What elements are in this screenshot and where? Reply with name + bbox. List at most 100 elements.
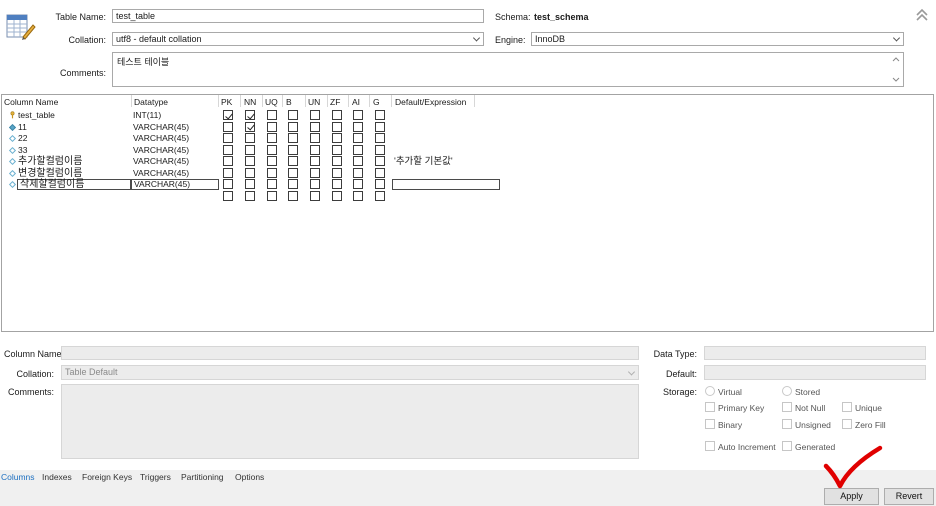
collapse-chevron-icon[interactable] bbox=[914, 8, 930, 22]
g-checkbox[interactable] bbox=[375, 110, 385, 120]
stored-radio[interactable] bbox=[782, 386, 792, 396]
nn-checkbox[interactable] bbox=[245, 167, 255, 178]
g-checkbox[interactable] bbox=[375, 133, 385, 143]
ai-checkbox[interactable] bbox=[353, 144, 363, 155]
scroll-up-icon[interactable] bbox=[892, 56, 900, 62]
generated-checkbox[interactable] bbox=[782, 441, 792, 451]
zf-checkbox[interactable] bbox=[332, 144, 342, 155]
un-checkbox[interactable] bbox=[310, 121, 320, 132]
g-checkbox[interactable] bbox=[375, 121, 385, 132]
nn-checkbox[interactable] bbox=[245, 156, 255, 166]
zf-checkbox[interactable] bbox=[332, 167, 342, 178]
un-checkbox[interactable] bbox=[310, 156, 320, 166]
b-checkbox[interactable] bbox=[288, 190, 298, 201]
pk-checkbox[interactable] bbox=[223, 156, 233, 166]
detail-collation-select[interactable]: Table Default bbox=[61, 365, 639, 380]
header-column-name[interactable]: Column Name bbox=[4, 97, 58, 107]
zf-checkbox[interactable] bbox=[332, 179, 342, 189]
ai-checkbox[interactable] bbox=[353, 190, 363, 201]
zf-checkbox[interactable] bbox=[332, 110, 342, 120]
g-checkbox[interactable] bbox=[375, 144, 385, 155]
table-row[interactable]: 22 VARCHAR(45) bbox=[2, 133, 933, 145]
pk-checkbox[interactable] bbox=[223, 110, 233, 120]
zf-checkbox[interactable] bbox=[332, 156, 342, 166]
unsigned-checkbox[interactable] bbox=[782, 419, 792, 429]
column-name-input[interactable] bbox=[61, 346, 639, 360]
primary-key-checkbox[interactable] bbox=[705, 402, 715, 412]
uq-checkbox[interactable] bbox=[267, 190, 277, 201]
default-expression-input[interactable] bbox=[392, 179, 500, 190]
b-checkbox[interactable] bbox=[288, 110, 298, 120]
column-name-cell[interactable]: 11 bbox=[18, 122, 27, 133]
ai-checkbox[interactable] bbox=[353, 179, 363, 189]
header-nn[interactable]: NN bbox=[244, 97, 256, 107]
column-name-cell[interactable]: 변경할컬럼이름 bbox=[18, 168, 82, 179]
nn-checkbox[interactable] bbox=[245, 133, 255, 143]
g-checkbox[interactable] bbox=[375, 156, 385, 166]
datatype-cell[interactable]: VARCHAR(45) bbox=[133, 122, 189, 133]
uq-checkbox[interactable] bbox=[267, 179, 277, 189]
pk-checkbox[interactable] bbox=[223, 190, 233, 201]
ai-checkbox[interactable] bbox=[353, 121, 363, 132]
nn-checkbox[interactable] bbox=[245, 144, 255, 155]
nn-checkbox[interactable] bbox=[245, 190, 255, 201]
g-checkbox[interactable] bbox=[375, 179, 385, 189]
table-row[interactable]: 11 VARCHAR(45) bbox=[2, 121, 933, 134]
uq-checkbox[interactable] bbox=[267, 121, 277, 132]
column-name-cell[interactable]: test_table bbox=[18, 110, 55, 121]
g-checkbox[interactable] bbox=[375, 190, 385, 201]
zero-fill-checkbox[interactable] bbox=[842, 419, 852, 429]
header-un[interactable]: UN bbox=[308, 97, 320, 107]
ai-checkbox[interactable] bbox=[353, 167, 363, 178]
table-name-input[interactable]: test_table bbox=[112, 9, 484, 23]
data-type-input[interactable] bbox=[704, 346, 926, 360]
un-checkbox[interactable] bbox=[310, 167, 320, 178]
virtual-radio[interactable] bbox=[705, 386, 715, 396]
table-row[interactable]: 변경할컬럼이름 VARCHAR(45) bbox=[2, 167, 933, 180]
default-input[interactable] bbox=[704, 365, 926, 380]
column-name-cell[interactable]: 추가할컬럼이름 bbox=[18, 156, 82, 167]
header-datatype[interactable]: Datatype bbox=[134, 97, 168, 107]
nn-checkbox[interactable] bbox=[245, 179, 255, 189]
pk-checkbox[interactable] bbox=[223, 167, 233, 178]
header-pk[interactable]: PK bbox=[221, 97, 232, 107]
column-name-cell[interactable]: 삭제할컬럼이름 bbox=[17, 179, 131, 190]
header-uq[interactable]: UQ bbox=[265, 97, 278, 107]
table-row[interactable]: 33 VARCHAR(45) bbox=[2, 144, 933, 157]
collation-select[interactable]: utf8 - default collation bbox=[112, 32, 484, 46]
tab-options[interactable]: Options bbox=[235, 472, 264, 482]
datatype-cell[interactable]: VARCHAR(45) bbox=[131, 179, 219, 190]
tab-indexes[interactable]: Indexes bbox=[42, 472, 72, 482]
b-checkbox[interactable] bbox=[288, 121, 298, 132]
tab-foreign-keys[interactable]: Foreign Keys bbox=[82, 472, 132, 482]
uq-checkbox[interactable] bbox=[267, 133, 277, 143]
tab-partitioning[interactable]: Partitioning bbox=[181, 472, 224, 482]
zf-checkbox[interactable] bbox=[332, 121, 342, 132]
engine-select[interactable]: InnoDB bbox=[531, 32, 904, 46]
table-row[interactable]: 삭제할컬럼이름 VARCHAR(45) bbox=[2, 179, 933, 191]
header-g[interactable]: G bbox=[373, 97, 380, 107]
scroll-down-icon[interactable] bbox=[892, 77, 900, 83]
b-checkbox[interactable] bbox=[288, 167, 298, 178]
column-name-cell[interactable]: 33 bbox=[18, 145, 27, 156]
zf-checkbox[interactable] bbox=[332, 190, 342, 201]
revert-button[interactable]: Revert bbox=[884, 488, 934, 505]
b-checkbox[interactable] bbox=[288, 144, 298, 155]
uq-checkbox[interactable] bbox=[267, 110, 277, 120]
header-b[interactable]: B bbox=[286, 97, 292, 107]
b-checkbox[interactable] bbox=[288, 156, 298, 166]
b-checkbox[interactable] bbox=[288, 179, 298, 189]
not-null-checkbox[interactable] bbox=[782, 402, 792, 412]
datatype-cell[interactable]: VARCHAR(45) bbox=[133, 168, 189, 179]
auto-increment-checkbox[interactable] bbox=[705, 441, 715, 451]
datatype-cell[interactable]: VARCHAR(45) bbox=[133, 133, 189, 144]
pk-checkbox[interactable] bbox=[223, 179, 233, 189]
un-checkbox[interactable] bbox=[310, 179, 320, 189]
tab-triggers[interactable]: Triggers bbox=[140, 472, 171, 482]
zf-checkbox[interactable] bbox=[332, 133, 342, 143]
un-checkbox[interactable] bbox=[310, 133, 320, 143]
detail-comments-textarea[interactable] bbox=[61, 384, 639, 459]
header-zf[interactable]: ZF bbox=[330, 97, 340, 107]
pk-checkbox[interactable] bbox=[223, 144, 233, 155]
binary-checkbox[interactable] bbox=[705, 419, 715, 429]
